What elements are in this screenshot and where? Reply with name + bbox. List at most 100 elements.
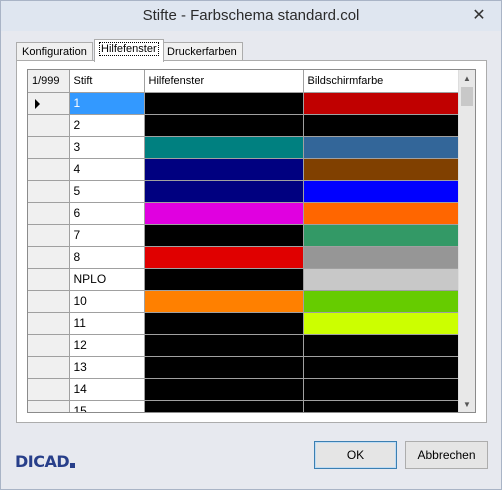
bildschirmfarbe-color-cell[interactable] (303, 334, 462, 357)
tab-druckerfarben-label: Druckerfarben (167, 46, 237, 58)
row-header[interactable] (28, 246, 70, 269)
hilfefenster-color-cell[interactable] (144, 92, 304, 115)
hilfefenster-color-cell[interactable] (144, 356, 304, 379)
row-header[interactable] (28, 224, 70, 247)
bildschirmfarbe-color-cell[interactable] (303, 290, 462, 313)
table-row[interactable]: 6 (28, 202, 462, 225)
stift-cell[interactable]: 8 (69, 246, 145, 269)
row-header[interactable] (28, 378, 70, 401)
cancel-button[interactable]: Abbrechen (405, 441, 488, 469)
stift-cell[interactable]: 6 (69, 202, 145, 225)
table-row[interactable]: 12 (28, 334, 462, 357)
dialog-window: Stifte - Farbschema standard.col ✕ Konfi… (0, 0, 502, 490)
hilfefenster-color-cell[interactable] (144, 290, 304, 313)
row-header[interactable] (28, 158, 70, 181)
stift-cell[interactable]: 14 (69, 378, 145, 401)
bildschirmfarbe-color-cell[interactable] (303, 202, 462, 225)
tab-druckerfarben[interactable]: Druckerfarben (161, 42, 243, 62)
bildschirmfarbe-color-cell[interactable] (303, 224, 462, 247)
table-row[interactable]: 2 (28, 114, 462, 137)
stift-cell[interactable]: 11 (69, 312, 145, 335)
table-row[interactable]: NPLO (28, 268, 462, 291)
tab-hilfefenster-label: Hilfefenster (99, 42, 159, 56)
stift-cell[interactable]: 15 (69, 400, 145, 412)
pen-grid: 1/999 Stift Hilfefenster Bildschirmfarbe… (27, 69, 476, 413)
table-row[interactable]: 1 (28, 92, 462, 115)
stift-cell[interactable]: 4 (69, 158, 145, 181)
bildschirmfarbe-color-cell[interactable] (303, 92, 462, 115)
logo-dot (70, 463, 76, 468)
bildschirmfarbe-color-cell[interactable] (303, 114, 462, 137)
scrollbar-thumb[interactable] (461, 87, 473, 106)
row-header[interactable] (28, 312, 70, 335)
pen-table: 1/999 Stift Hilfefenster Bildschirmfarbe… (28, 70, 462, 412)
pen-table-body: 1 2 3 4 5 6 7 8 NPLO 10 11 12 13 14 15 (28, 92, 462, 412)
row-header[interactable] (28, 290, 70, 313)
bildschirmfarbe-color-cell[interactable] (303, 400, 462, 412)
stift-cell[interactable]: 3 (69, 136, 145, 159)
row-header[interactable] (28, 114, 70, 137)
bildschirmfarbe-color-cell[interactable] (303, 356, 462, 379)
bildschirmfarbe-color-cell[interactable] (303, 378, 462, 401)
hilfefenster-color-cell[interactable] (144, 180, 304, 203)
column-header-bildschirmfarbe[interactable]: Bildschirmfarbe (303, 70, 462, 93)
vertical-scrollbar[interactable]: ▲ ▼ (458, 70, 475, 412)
hilfefenster-color-cell[interactable] (144, 202, 304, 225)
hilfefenster-color-cell[interactable] (144, 378, 304, 401)
ok-button[interactable]: OK (314, 441, 397, 469)
row-header[interactable] (28, 180, 70, 203)
tab-konfiguration[interactable]: Konfiguration (16, 42, 93, 62)
table-row[interactable]: 8 (28, 246, 462, 269)
tab-konfiguration-label: Konfiguration (22, 46, 87, 58)
corner-header: 1/999 (28, 70, 70, 93)
row-header[interactable] (28, 356, 70, 379)
stift-cell[interactable]: 2 (69, 114, 145, 137)
tab-panel: 1/999 Stift Hilfefenster Bildschirmfarbe… (16, 60, 487, 423)
stift-cell[interactable]: 1 (69, 92, 145, 115)
scroll-down-icon[interactable]: ▼ (459, 396, 475, 412)
stift-cell[interactable]: 13 (69, 356, 145, 379)
table-row[interactable]: 11 (28, 312, 462, 335)
tab-hilfefenster[interactable]: Hilfefenster (94, 39, 164, 62)
hilfefenster-color-cell[interactable] (144, 268, 304, 291)
window-title: Stifte - Farbschema standard.col (142, 7, 360, 24)
table-row[interactable]: 4 (28, 158, 462, 181)
stift-cell[interactable]: 10 (69, 290, 145, 313)
table-row[interactable]: 13 (28, 356, 462, 379)
row-header[interactable] (28, 400, 70, 412)
row-header[interactable] (28, 202, 70, 225)
bildschirmfarbe-color-cell[interactable] (303, 312, 462, 335)
table-row[interactable]: 7 (28, 224, 462, 247)
row-header[interactable] (28, 334, 70, 357)
hilfefenster-color-cell[interactable] (144, 400, 304, 412)
table-row[interactable]: 10 (28, 290, 462, 313)
row-header[interactable] (28, 268, 70, 291)
hilfefenster-color-cell[interactable] (144, 136, 304, 159)
bildschirmfarbe-color-cell[interactable] (303, 180, 462, 203)
bildschirmfarbe-color-cell[interactable] (303, 136, 462, 159)
table-row[interactable]: 14 (28, 378, 462, 401)
close-icon[interactable]: ✕ (465, 5, 493, 25)
column-header-hilfefenster[interactable]: Hilfefenster (144, 70, 304, 93)
hilfefenster-color-cell[interactable] (144, 114, 304, 137)
bildschirmfarbe-color-cell[interactable] (303, 268, 462, 291)
hilfefenster-color-cell[interactable] (144, 246, 304, 269)
scroll-up-icon[interactable]: ▲ (459, 70, 475, 86)
row-header[interactable] (28, 92, 70, 115)
dicad-logo: DICAD (15, 450, 76, 472)
bildschirmfarbe-color-cell[interactable] (303, 158, 462, 181)
hilfefenster-color-cell[interactable] (144, 334, 304, 357)
hilfefenster-color-cell[interactable] (144, 224, 304, 247)
bildschirmfarbe-color-cell[interactable] (303, 246, 462, 269)
table-row[interactable]: 5 (28, 180, 462, 203)
column-header-stift[interactable]: Stift (69, 70, 145, 93)
row-header[interactable] (28, 136, 70, 159)
stift-cell[interactable]: 5 (69, 180, 145, 203)
hilfefenster-color-cell[interactable] (144, 158, 304, 181)
table-row[interactable]: 15 (28, 400, 462, 412)
hilfefenster-color-cell[interactable] (144, 312, 304, 335)
stift-cell[interactable]: 12 (69, 334, 145, 357)
stift-cell[interactable]: 7 (69, 224, 145, 247)
table-row[interactable]: 3 (28, 136, 462, 159)
stift-cell[interactable]: NPLO (69, 268, 145, 291)
